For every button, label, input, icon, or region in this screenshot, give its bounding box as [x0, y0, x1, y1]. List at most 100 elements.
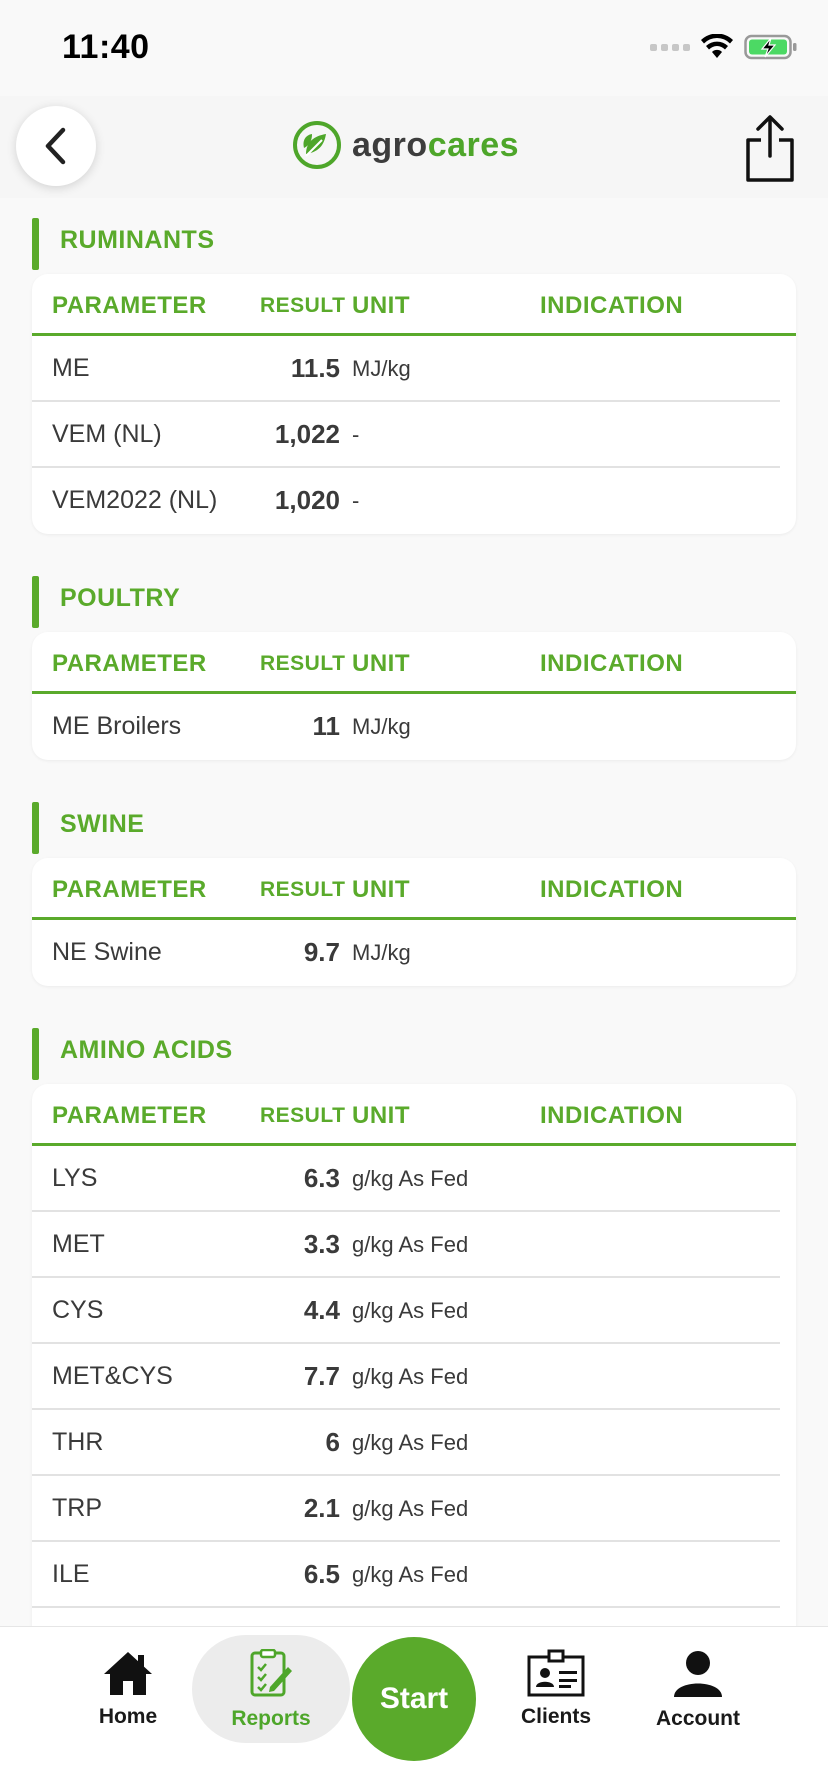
section-header: RUMINANTS — [32, 212, 796, 274]
report-content[interactable]: RUMINANTS PARAMETER RESULT UNIT INDICATI… — [0, 198, 828, 1626]
table-header: PARAMETER RESULT UNIT INDICATION — [32, 274, 796, 336]
row-result: 1,020 — [274, 485, 340, 515]
home-icon — [104, 1652, 152, 1695]
row-unit: g/kg As Fed — [352, 1364, 469, 1389]
wifi-icon — [701, 34, 733, 58]
table-row: NE Swine 9.7 MJ/kg — [32, 920, 780, 986]
column-indication: INDICATION — [540, 876, 684, 903]
table-row — [32, 1608, 780, 1626]
row-unit: MJ/kg — [352, 940, 411, 965]
row-unit: g/kg As Fed — [352, 1298, 469, 1323]
share-icon — [746, 115, 794, 182]
row-parameter: VEM2022 (NL) — [52, 486, 218, 514]
section-amino-acids: AMINO ACIDS PARAMETER RESULT UNIT INDICA… — [32, 1022, 796, 1626]
row-result: 9.7 — [303, 937, 340, 967]
tab-home-label: Home — [98, 1705, 158, 1728]
tab-account[interactable]: Account — [628, 1649, 768, 1759]
start-button[interactable]: Start — [352, 1637, 476, 1761]
table-row: TRP 2.1 g/kg As Fed — [32, 1476, 780, 1542]
column-parameter: PARAMETER — [52, 1102, 207, 1129]
table-row: ME 11.5 MJ/kg — [32, 336, 780, 402]
row-parameter: TRP — [52, 1494, 102, 1522]
column-parameter: PARAMETER — [52, 876, 207, 903]
results-table: PARAMETER RESULT UNIT INDICATION ME 11.5… — [32, 274, 796, 534]
column-unit: UNIT — [352, 1102, 410, 1129]
section-accent-bar — [32, 802, 39, 854]
row-unit: g/kg As Fed — [352, 1562, 469, 1587]
column-unit: UNIT — [352, 650, 410, 677]
tab-reports-label: Reports — [231, 1707, 311, 1730]
column-result: RESULT — [260, 878, 346, 901]
row-unit: g/kg As Fed — [352, 1496, 469, 1521]
table-row: ILE 6.5 g/kg As Fed — [32, 1542, 780, 1608]
row-result: 3.3 — [303, 1229, 340, 1259]
row-parameter: NE Swine — [52, 938, 162, 966]
results-table: PARAMETER RESULT UNIT INDICATION NE Swin… — [32, 858, 796, 986]
row-parameter: ME Broilers — [52, 712, 182, 740]
status-icons — [650, 34, 798, 60]
row-parameter: ILE — [52, 1560, 90, 1588]
section-ruminants: RUMINANTS PARAMETER RESULT UNIT INDICATI… — [32, 212, 796, 534]
table-header: PARAMETER RESULT UNIT INDICATION — [32, 1084, 796, 1146]
table-header: PARAMETER RESULT UNIT INDICATION — [32, 858, 796, 920]
column-unit: UNIT — [352, 292, 410, 319]
row-unit: MJ/kg — [352, 356, 411, 381]
table-header: PARAMETER RESULT UNIT INDICATION — [32, 632, 796, 694]
results-table: PARAMETER RESULT UNIT INDICATION LYS 6.3… — [32, 1084, 796, 1626]
back-button[interactable] — [16, 106, 96, 186]
agrocares-logo: agrocares — [292, 120, 519, 170]
table-row: LYS 6.3 g/kg As Fed — [32, 1146, 780, 1212]
column-parameter: PARAMETER — [52, 292, 207, 319]
table-row: THR 6 g/kg As Fed — [32, 1410, 780, 1476]
row-parameter: MET — [52, 1230, 105, 1258]
column-unit: UNIT — [352, 876, 410, 903]
row-parameter: LYS — [52, 1164, 98, 1192]
row-parameter: CYS — [52, 1296, 104, 1324]
table-row: ME Broilers 11 MJ/kg — [32, 694, 780, 760]
tab-clients[interactable]: Clients — [486, 1649, 626, 1759]
row-result: 11 — [312, 711, 341, 741]
tab-bar: Home Reports Start Clients Account — [0, 1626, 828, 1792]
tab-home[interactable]: Home — [58, 1649, 198, 1759]
row-unit: g/kg As Fed — [352, 1430, 469, 1455]
column-indication: INDICATION — [540, 650, 684, 677]
logo-text-agro: agro — [352, 125, 428, 164]
row-result: 7.7 — [303, 1361, 340, 1391]
section-swine: SWINE PARAMETER RESULT UNIT INDICATION N… — [32, 796, 796, 986]
row-result: 11.5 — [290, 353, 340, 383]
table-row: VEM (NL) 1,022 - — [32, 402, 780, 468]
row-result: 1,022 — [274, 419, 340, 449]
row-unit: g/kg As Fed — [352, 1232, 469, 1257]
tab-reports[interactable]: Reports — [192, 1635, 350, 1743]
row-parameter: MET&CYS — [52, 1362, 173, 1390]
section-title: RUMINANTS — [60, 226, 215, 254]
user-icon — [674, 1651, 722, 1697]
leaf-logo-icon — [293, 121, 341, 169]
status-bar: 11:40 — [0, 0, 828, 96]
column-result: RESULT — [260, 652, 346, 675]
section-header: SWINE — [32, 796, 796, 858]
app-header: agrocares — [0, 96, 828, 198]
section-title: AMINO ACIDS — [60, 1036, 233, 1064]
table-row: MET&CYS 7.7 g/kg As Fed — [32, 1344, 780, 1410]
tab-account-label: Account — [656, 1707, 740, 1730]
section-header: POULTRY — [32, 570, 796, 632]
column-parameter: PARAMETER — [52, 650, 207, 677]
row-parameter: VEM (NL) — [52, 420, 162, 448]
section-accent-bar — [32, 218, 39, 270]
row-unit: g/kg As Fed — [352, 1166, 469, 1191]
row-unit: MJ/kg — [352, 714, 411, 739]
row-result: 6 — [325, 1427, 340, 1457]
row-result: 4.4 — [303, 1295, 340, 1325]
tab-clients-label: Clients — [520, 1705, 591, 1728]
id-card-icon — [527, 1649, 585, 1697]
section-title: POULTRY — [60, 584, 181, 612]
signal-icon — [650, 43, 690, 51]
results-table: PARAMETER RESULT UNIT INDICATION ME Broi… — [32, 632, 796, 760]
table-row: CYS 4.4 g/kg As Fed — [32, 1278, 780, 1344]
row-parameter: ME — [52, 354, 90, 382]
row-result: 6.3 — [303, 1163, 340, 1193]
section-title: SWINE — [60, 810, 145, 838]
table-row: VEM2022 (NL) 1,020 - — [32, 468, 780, 534]
share-button[interactable] — [742, 114, 798, 184]
